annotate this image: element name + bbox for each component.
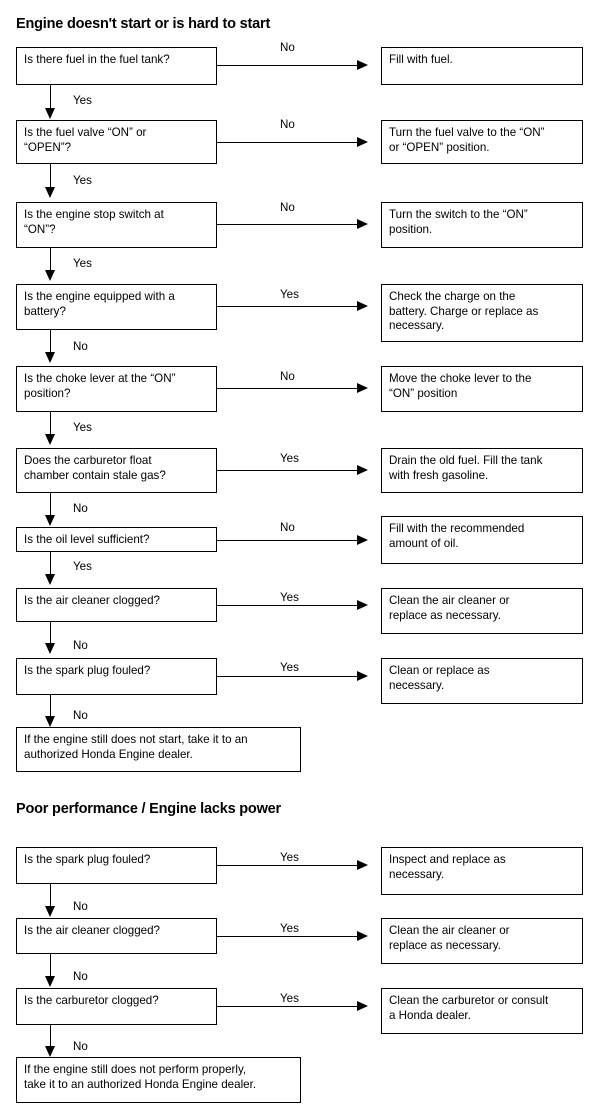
- troubleshooting-flowchart: Engine doesn't start or is hard to start…: [0, 0, 600, 1119]
- action-node: Turn the fuel valve to the “ON” or “OPEN…: [381, 120, 583, 164]
- flow-arrowhead: [45, 515, 56, 526]
- branch-label: Yes: [280, 452, 299, 465]
- action-node: Fill with the recommended amount of oil.: [381, 516, 583, 564]
- decision-node: Is there fuel in the fuel tank?: [16, 47, 217, 85]
- branch-connector: [217, 605, 357, 606]
- branch-label: Yes: [280, 661, 299, 674]
- branch-arrowhead: [357, 670, 368, 681]
- flow-label: Yes: [73, 174, 92, 187]
- branch-label: No: [280, 118, 295, 131]
- flow-arrowhead: [45, 1046, 56, 1057]
- branch-arrowhead: [357, 599, 368, 610]
- decision-node: Is the engine equipped with a battery?: [16, 284, 217, 330]
- section-heading-poor-performance: Poor performance / Engine lacks power: [16, 801, 281, 817]
- decision-node: Is the carburetor clogged?: [16, 988, 217, 1025]
- branch-connector: [217, 540, 357, 541]
- flow-label: No: [73, 709, 88, 722]
- branch-connector: [217, 65, 357, 66]
- decision-node: Does the carburetor float chamber contai…: [16, 448, 217, 493]
- branch-label: No: [280, 41, 295, 54]
- action-node: Fill with fuel.: [381, 47, 583, 85]
- flow-arrowhead: [45, 716, 56, 727]
- action-node: Clean the air cleaner or replace as nece…: [381, 588, 583, 634]
- branch-arrowhead: [357, 1000, 368, 1011]
- action-node: Clean or replace as necessary.: [381, 658, 583, 704]
- branch-arrowhead: [357, 300, 368, 311]
- branch-connector: [217, 142, 357, 143]
- branch-connector: [217, 470, 357, 471]
- branch-arrowhead: [357, 382, 368, 393]
- action-node: Clean the air cleaner or replace as nece…: [381, 918, 583, 964]
- branch-connector: [217, 676, 357, 677]
- branch-connector: [217, 388, 357, 389]
- decision-node: Is the air cleaner clogged?: [16, 588, 217, 622]
- branch-connector: [217, 936, 357, 937]
- decision-node: Is the fuel valve “ON” or “OPEN”?: [16, 120, 217, 164]
- flow-arrowhead: [45, 352, 56, 363]
- flow-label: No: [73, 639, 88, 652]
- branch-arrowhead: [357, 534, 368, 545]
- flow-arrowhead: [45, 906, 56, 917]
- branch-connector: [217, 306, 357, 307]
- action-node: Drain the old fuel. Fill the tank with f…: [381, 448, 583, 493]
- flow-arrowhead: [45, 643, 56, 654]
- action-node: Move the choke lever to the “ON” positio…: [381, 366, 583, 412]
- flow-arrowhead: [45, 108, 56, 119]
- branch-connector: [217, 1006, 357, 1007]
- branch-label: No: [280, 370, 295, 383]
- branch-arrowhead: [357, 59, 368, 70]
- action-node: Inspect and replace as necessary.: [381, 847, 583, 895]
- terminal-node: If the engine still does not start, take…: [16, 727, 301, 772]
- branch-arrowhead: [357, 464, 368, 475]
- flow-arrowhead: [45, 434, 56, 445]
- flow-arrowhead: [45, 270, 56, 281]
- branch-label: Yes: [280, 851, 299, 864]
- decision-node: Is the spark plug fouled?: [16, 847, 217, 884]
- action-node: Turn the switch to the “ON” position.: [381, 202, 583, 248]
- flow-label: No: [73, 900, 88, 913]
- flow-arrowhead: [45, 187, 56, 198]
- decision-node: Is the engine stop switch at “ON”?: [16, 202, 217, 248]
- branch-connector: [217, 865, 357, 866]
- flow-label: Yes: [73, 421, 92, 434]
- branch-arrowhead: [357, 218, 368, 229]
- action-node: Check the charge on the battery. Charge …: [381, 284, 583, 342]
- flow-label: Yes: [73, 560, 92, 573]
- decision-node: Is the oil level sufficient?: [16, 527, 217, 552]
- branch-connector: [217, 224, 357, 225]
- terminal-node: If the engine still does not perform pro…: [16, 1057, 301, 1103]
- branch-label: No: [280, 201, 295, 214]
- flow-label: No: [73, 1040, 88, 1053]
- branch-label: Yes: [280, 992, 299, 1005]
- decision-node: Is the spark plug fouled?: [16, 658, 217, 695]
- flow-label: Yes: [73, 94, 92, 107]
- flow-label: No: [73, 340, 88, 353]
- flow-label: No: [73, 502, 88, 515]
- flow-label: Yes: [73, 257, 92, 270]
- decision-node: Is the choke lever at the “ON” position?: [16, 366, 217, 412]
- branch-arrowhead: [357, 859, 368, 870]
- branch-label: Yes: [280, 591, 299, 604]
- flow-arrowhead: [45, 976, 56, 987]
- branch-label: Yes: [280, 922, 299, 935]
- branch-label: No: [280, 521, 295, 534]
- flow-arrowhead: [45, 574, 56, 585]
- action-node: Clean the carburetor or consult a Honda …: [381, 988, 583, 1034]
- branch-label: Yes: [280, 288, 299, 301]
- decision-node: Is the air cleaner clogged?: [16, 918, 217, 954]
- branch-arrowhead: [357, 136, 368, 147]
- section-heading-engine-wont-start: Engine doesn't start or is hard to start: [16, 16, 271, 32]
- branch-arrowhead: [357, 930, 368, 941]
- flow-label: No: [73, 970, 88, 983]
